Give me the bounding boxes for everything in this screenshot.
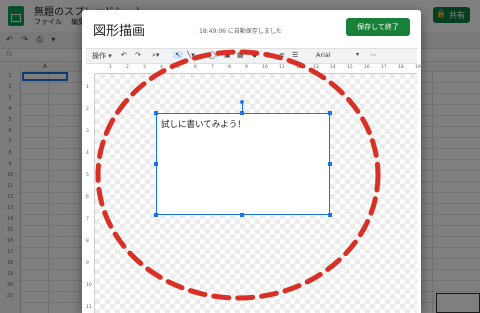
- redo-icon[interactable]: ↷: [135, 51, 141, 59]
- more-options-icon[interactable]: ⋯: [370, 51, 377, 59]
- ruler-tick-label: 6: [194, 65, 197, 70]
- resize-handle-n[interactable]: [240, 111, 244, 115]
- horizontal-ruler: 1 2 3 4 5 6 7 8 9 10 11 12 13 14 15 16 17 18 19: [95, 65, 421, 74]
- rotation-handle[interactable]: [240, 100, 244, 104]
- ruler-tick-label: 8: [228, 65, 231, 70]
- ruler-tick-label: 10: [86, 283, 92, 288]
- ruler-tick-label: 11: [86, 305, 92, 310]
- ruler-tick-label: 4: [86, 151, 89, 156]
- ruler-tick-label: 5: [86, 173, 89, 178]
- shape-tool-icon[interactable]: ◯▾: [208, 51, 219, 59]
- ruler-tick-label: 3: [143, 65, 146, 70]
- textbox-tool-icon[interactable]: ▣: [224, 51, 231, 59]
- font-dropdown-chevron-icon[interactable]: ▾: [356, 51, 359, 58]
- drawing-dialog: 図形描画 18:49:06 に自動保存しました 保存して終了 操作 ▾ ↶ ↷ …: [82, 10, 421, 313]
- ruler-tick-label: 11: [279, 65, 285, 70]
- ruler-tick-label: 3: [86, 129, 89, 134]
- resize-handle-se[interactable]: [328, 213, 332, 217]
- fill-color-icon[interactable]: ◆: [252, 51, 257, 59]
- autosave-status: 18:49:06 に自動保存しました: [199, 28, 282, 35]
- ruler-tick-label: 1: [109, 65, 112, 70]
- ruler-tick-label: 4: [160, 65, 163, 70]
- dialog-title: 図形描画: [93, 24, 146, 39]
- ruler-tick-label: 8: [86, 239, 89, 244]
- image-tool-icon[interactable]: ▦: [237, 51, 244, 59]
- ruler-tick-label: 2: [86, 107, 89, 112]
- ruler-tick-label: 12: [296, 65, 302, 70]
- textbox-text[interactable]: 試しに書いてみよう！: [161, 118, 246, 130]
- ruler-tick-label: 15: [347, 65, 353, 70]
- resize-handle-sw[interactable]: [154, 213, 158, 217]
- ruler-tick-label: 13: [313, 65, 319, 70]
- actions-menu-label: 操作: [92, 52, 106, 60]
- ruler-tick-label: 2: [126, 65, 129, 70]
- ruler-tick-label: 7: [211, 65, 214, 70]
- ruler-tick-label: 5: [177, 65, 180, 70]
- actions-menu[interactable]: 操作 ▾: [92, 51, 112, 61]
- vertical-ruler: 1 2 3 4 5 6 7 8 9 10 11: [86, 73, 95, 313]
- ruler-tick-label: 16: [364, 65, 370, 70]
- ruler-tick-label: 18: [398, 65, 404, 70]
- ruler-tick-label: 6: [86, 195, 89, 200]
- line-tool-icon[interactable]: ╲▾: [187, 51, 195, 59]
- textbox-shape[interactable]: 試しに書いてみよう！: [156, 113, 330, 215]
- border-color-icon[interactable]: ✎: [266, 51, 272, 59]
- save-and-close-label: 保存して終了: [357, 24, 399, 31]
- resize-handle-w[interactable]: [154, 162, 158, 166]
- resize-handle-s[interactable]: [240, 213, 244, 217]
- undo-icon[interactable]: ↶: [121, 51, 127, 59]
- ruler-tick-label: 14: [330, 65, 336, 70]
- ruler-tick-label: 17: [381, 65, 387, 70]
- resize-handle-e[interactable]: [328, 162, 332, 166]
- ruler-tick-label: 9: [245, 65, 248, 70]
- resize-handle-nw[interactable]: [154, 111, 158, 115]
- select-cursor-icon[interactable]: ↖: [173, 51, 183, 59]
- save-and-close-button[interactable]: 保存して終了: [346, 18, 410, 36]
- zoom-icon[interactable]: ⌕▾: [152, 51, 159, 60]
- drawing-toolbar: 操作 ▾ ↶ ↷ ⌕▾ ↖ ╲▾ ◯▾ ▣ ▦ ◆ ✎ ≡ ☰ Arial ▾ …: [86, 48, 417, 64]
- resize-handle-ne[interactable]: [328, 111, 332, 115]
- ruler-tick-label: 1: [86, 85, 89, 90]
- ruler-tick-label: 7: [86, 217, 89, 222]
- border-weight-icon[interactable]: ≡: [279, 51, 285, 59]
- border-dash-icon[interactable]: ☰: [292, 51, 298, 59]
- ruler-tick-label: 19: [415, 65, 421, 70]
- ruler-tick-label: 10: [262, 65, 268, 70]
- ruler-tick-label: 9: [86, 261, 89, 266]
